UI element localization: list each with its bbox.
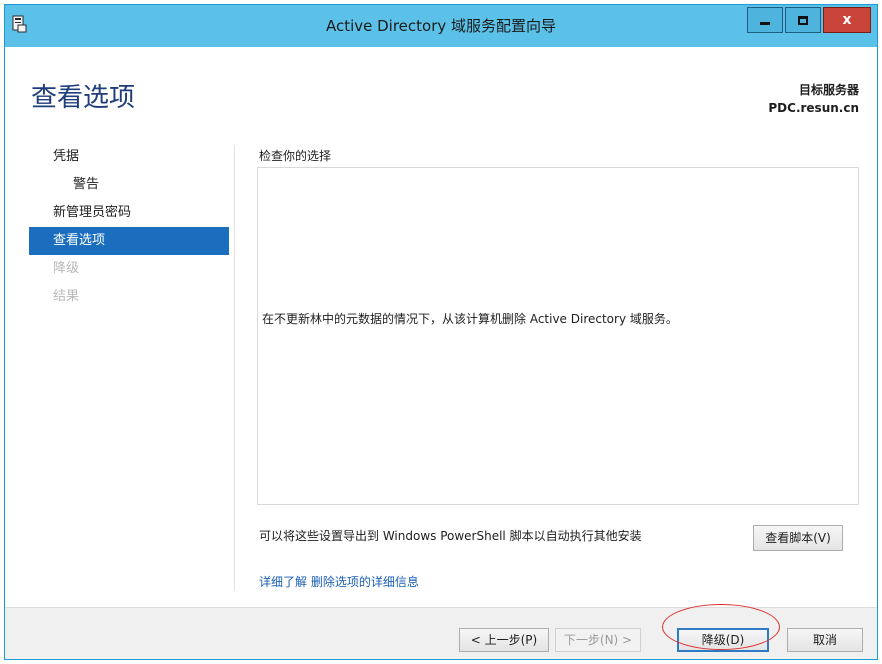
wizard-nav: 凭据 警告 新管理员密码 查看选项 降级 结果 [29,143,229,311]
nav-item-credentials[interactable]: 凭据 [29,143,229,171]
close-button[interactable]: x [823,7,871,33]
maximize-icon [798,15,808,25]
cancel-button[interactable]: 取消 [787,628,863,652]
review-summary-text: 在不更新林中的元数据的情况下，从该计算机删除 Active Directory … [262,312,678,326]
nav-item-review-options[interactable]: 查看选项 [29,227,229,255]
nav-item-results: 结果 [53,289,80,304]
page-title: 查看选项 [31,83,136,113]
nav-item-warnings[interactable]: 警告 [29,171,229,199]
window-controls: x [745,7,871,33]
target-server-label: 目标服务器 [798,83,859,97]
target-server-value: PDC.resun.cn [768,101,859,115]
close-icon: x [842,12,852,28]
title-bar[interactable]: Active Directory 域服务配置向导 x [5,5,877,47]
nav-item-demote: 降级 [53,261,80,276]
minimize-icon [760,21,770,25]
view-script-button[interactable]: 查看脚本(V) [753,525,843,551]
review-options-box[interactable]: 在不更新林中的元数据的情况下，从该计算机删除 Active Directory … [257,167,859,505]
minimize-button[interactable] [747,7,783,33]
section-label: 检查你的选择 [259,149,332,163]
previous-button[interactable]: < 上一步(P) [459,628,549,652]
next-button: 下一步(N) > [555,628,641,652]
more-info-link[interactable]: 详细了解 删除选项的详细信息 [259,573,419,590]
maximize-button[interactable] [785,7,821,33]
wizard-window: Active Directory 域服务配置向导 x 查看选项 目标服务器 PD… [4,4,878,660]
target-server: 目标服务器 PDC.resun.cn [768,81,859,117]
demote-button[interactable]: 降级(D) [677,628,769,652]
export-script-text: 可以将这些设置导出到 Windows PowerShell 脚本以自动执行其他安… [259,529,642,543]
content-divider [234,145,235,591]
nav-item-new-admin-password[interactable]: 新管理员密码 [29,199,229,227]
wizard-footer: < 上一步(P) 下一步(N) > 降级(D) 取消 [5,607,877,659]
